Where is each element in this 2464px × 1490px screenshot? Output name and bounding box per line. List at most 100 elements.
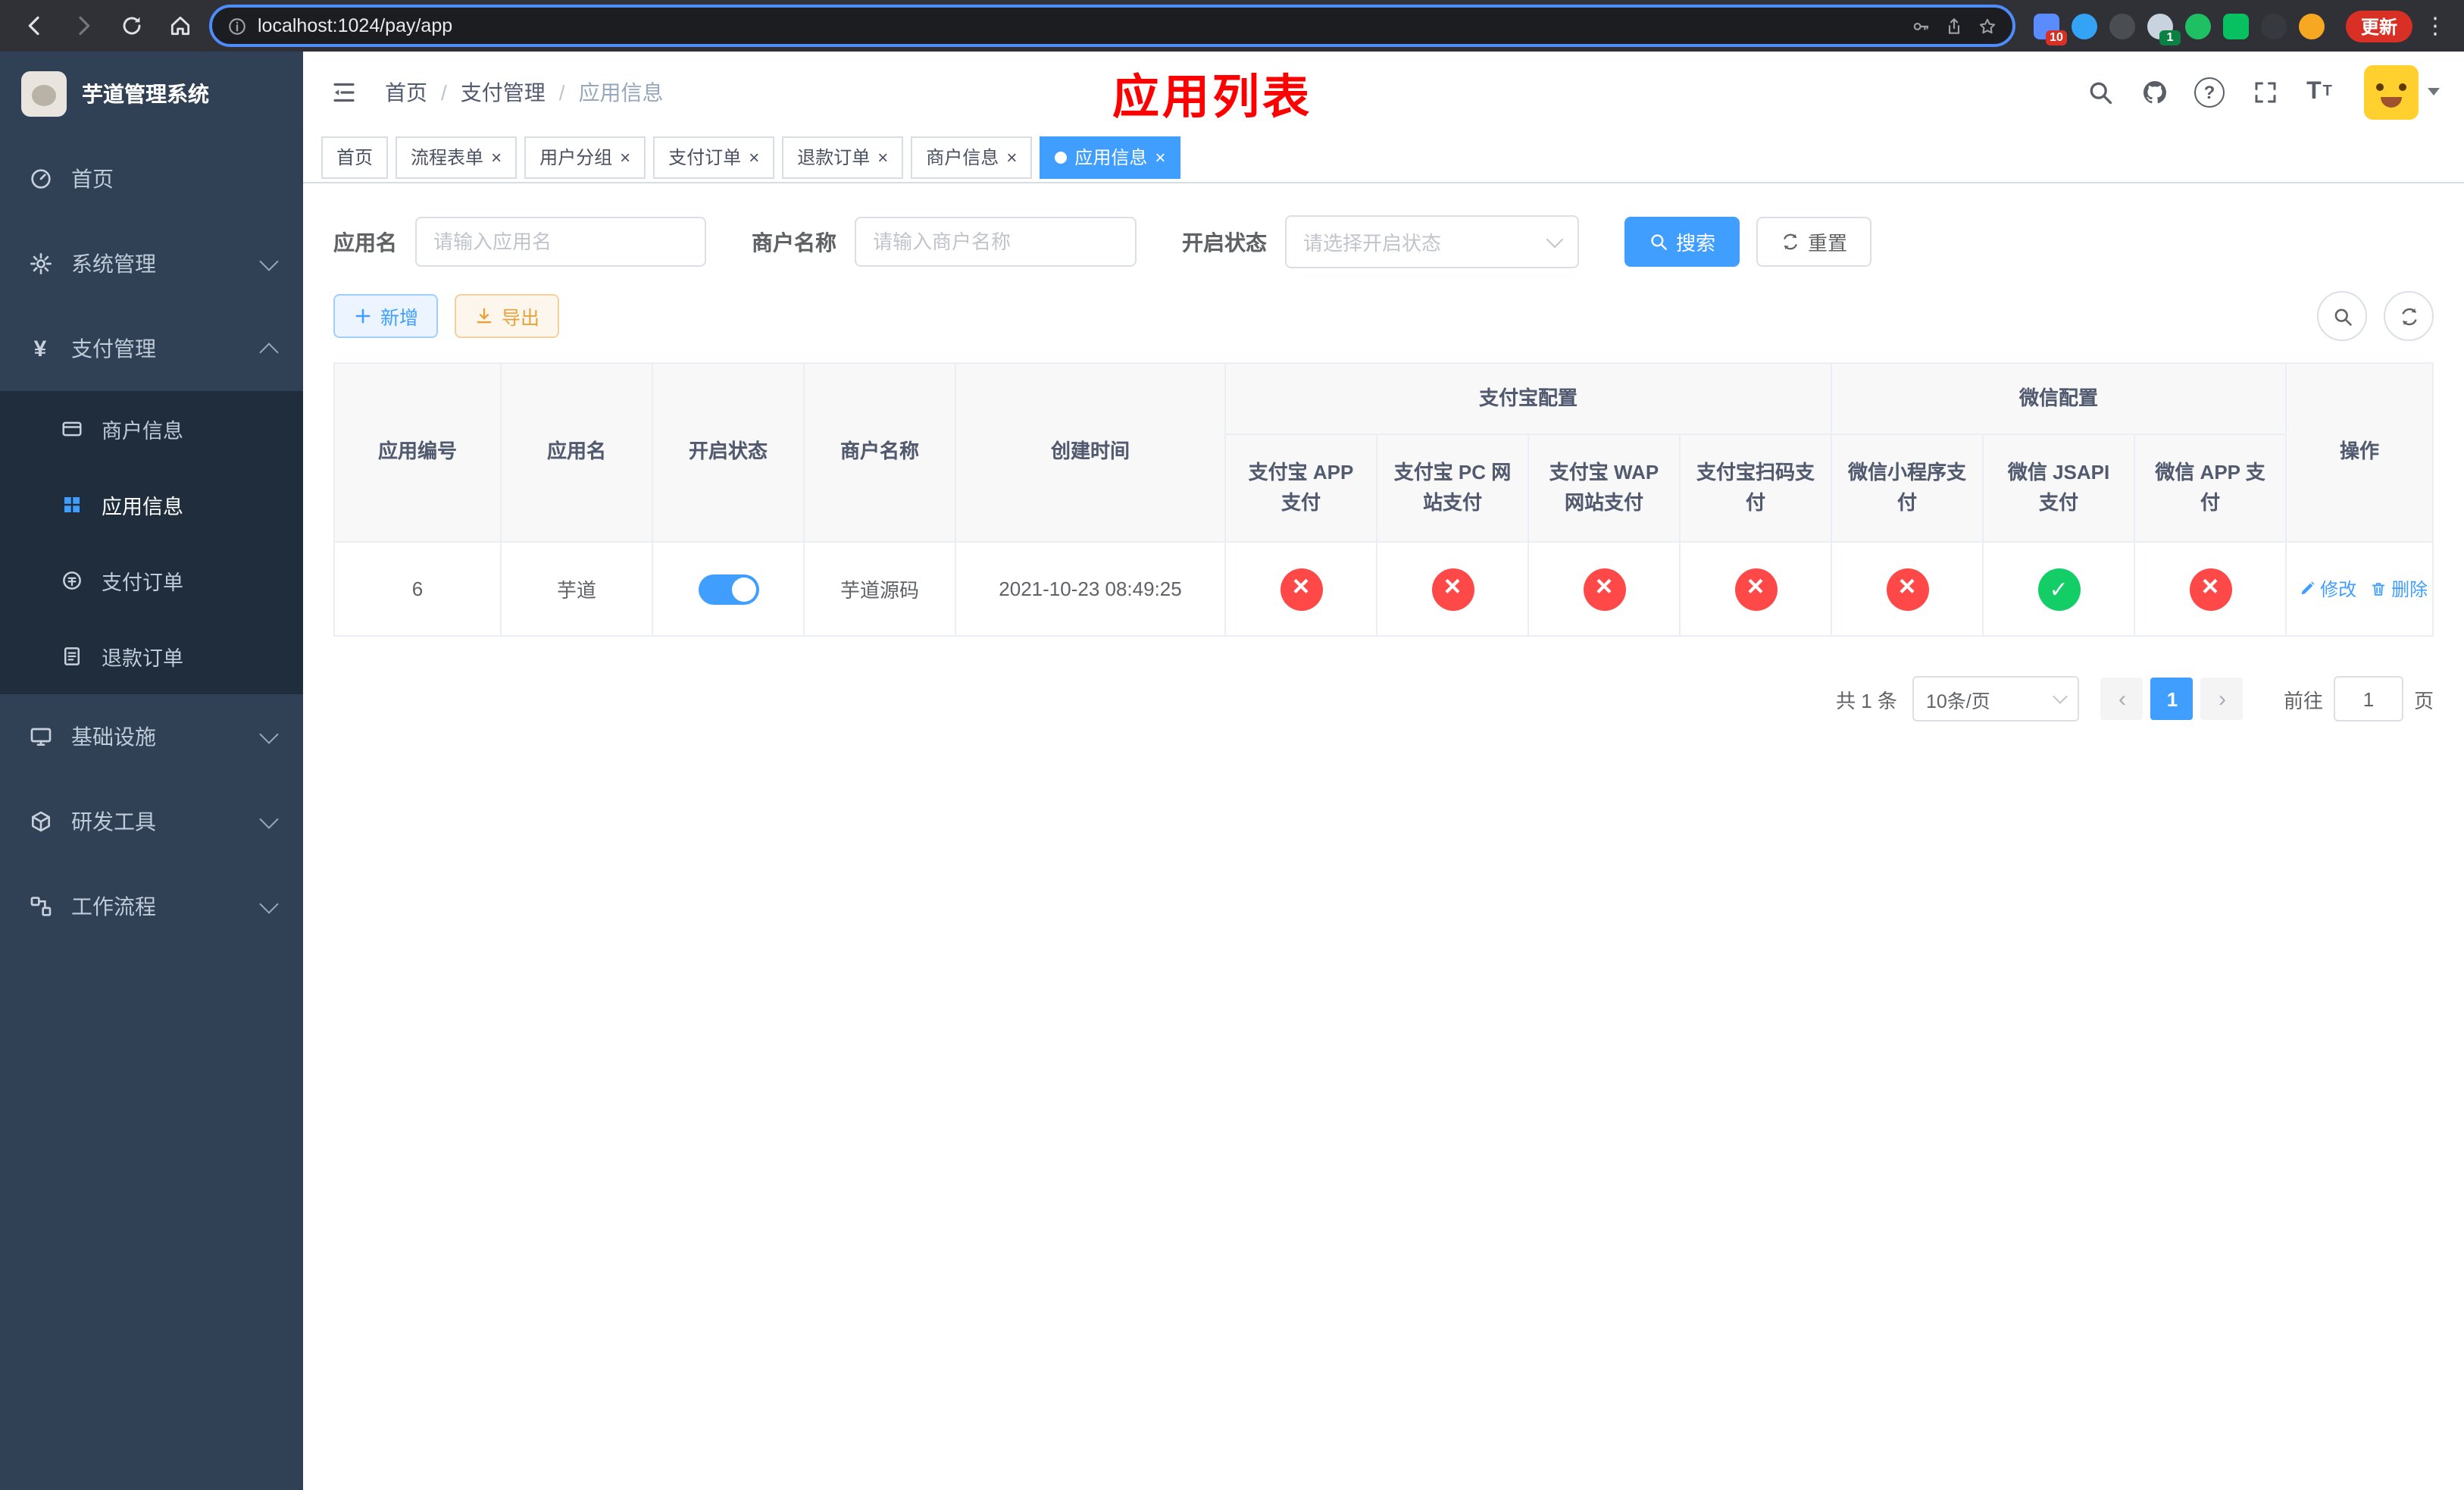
close-icon[interactable]: × — [1006, 148, 1017, 166]
status-cross-icon — [1280, 568, 1322, 610]
sidebar-item-pay-orders[interactable]: 支付订单 — [0, 543, 303, 618]
sidebar-item-payment[interactable]: ¥ 支付管理 — [0, 306, 303, 391]
sidebar-logo: 芋道管理系统 — [0, 52, 303, 136]
extension-drop-icon[interactable] — [2071, 13, 2097, 39]
page-unit-label: 页 — [2413, 689, 2434, 712]
tab-user-group[interactable]: 用户分组 × — [524, 136, 646, 178]
extension-wechat-devtools-icon[interactable] — [2222, 13, 2249, 39]
sidebar-item-merchant-info[interactable]: 商户信息 — [0, 391, 303, 467]
tab-home[interactable]: 首页 — [321, 136, 389, 178]
goto-page-input[interactable] — [2333, 676, 2403, 722]
header-search-icon[interactable] — [2085, 77, 2114, 106]
sidebar-item-label: 研发工具 — [71, 809, 156, 834]
sidebar-item-home[interactable]: 首页 — [0, 136, 303, 221]
status-cross-icon — [2189, 568, 2232, 610]
cell-actions: 修改 删除 — [2285, 541, 2434, 637]
next-page-button[interactable]: › — [2200, 678, 2244, 720]
sidebar-fold-icon[interactable] — [327, 75, 361, 108]
merchant-name-input[interactable] — [855, 217, 1137, 267]
col-group-alipay: 支付宝配置 — [1224, 362, 1833, 435]
sidebar-item-app-info[interactable]: 应用信息 — [0, 467, 303, 543]
password-key-icon[interactable] — [1911, 16, 1931, 36]
chevron-down-icon — [259, 809, 279, 828]
status-select[interactable]: 请选择开启状态 — [1285, 215, 1579, 268]
close-icon[interactable]: × — [749, 148, 759, 166]
extension-green-check-icon[interactable] — [2184, 13, 2211, 39]
browser-update-button[interactable]: 更新 — [2345, 10, 2412, 42]
sidebar-item-label: 商户信息 — [102, 420, 183, 443]
url-bar[interactable]: localhost:1024/pay/app — [209, 5, 2015, 47]
status-cross-icon — [1583, 568, 1625, 610]
sidebar-item-label: 支付管理 — [71, 337, 156, 361]
breadcrumb-home[interactable]: 首页 — [385, 77, 427, 107]
extension-dark-icon[interactable] — [2109, 13, 2135, 39]
close-icon[interactable]: × — [1155, 148, 1165, 166]
sidebar-item-dev-tools[interactable]: 研发工具 — [0, 779, 303, 864]
browser-window: localhost:1024/pay/app 10 1 更新 ⋮ 芋道管理系统 — [0, 0, 2464, 1490]
prev-page-button[interactable]: ‹ — [2100, 678, 2143, 720]
close-icon[interactable]: × — [877, 148, 888, 166]
search-button[interactable]: 搜索 — [1624, 217, 1740, 267]
extension-pinwheel-icon[interactable] — [2260, 13, 2287, 39]
fullscreen-icon[interactable] — [2250, 77, 2279, 106]
chevron-down-icon — [259, 724, 279, 743]
breadcrumb-separator: / — [558, 80, 565, 104]
extension-badge: 10 — [2045, 30, 2067, 45]
col-header-app-name: 应用名 — [500, 362, 653, 543]
help-icon[interactable]: ? — [2194, 77, 2225, 107]
home-button[interactable] — [161, 6, 200, 45]
site-info-icon[interactable] — [227, 16, 247, 36]
toggle-search-button[interactable] — [2317, 291, 2367, 341]
sidebar-item-label: 支付订单 — [102, 571, 183, 594]
tab-merchant-info[interactable]: 商户信息 × — [911, 136, 1033, 178]
tab-label: 应用信息 — [1074, 147, 1148, 168]
tab-process-form[interactable]: 流程表单 × — [396, 136, 518, 178]
sidebar-item-system[interactable]: 系统管理 — [0, 221, 303, 306]
status-toggle[interactable] — [698, 574, 758, 604]
export-button[interactable]: 导出 — [455, 294, 560, 338]
breadcrumb-payment[interactable]: 支付管理 — [461, 77, 546, 107]
font-size-icon[interactable]: TT — [2305, 77, 2334, 106]
extension-face-icon[interactable] — [2298, 13, 2325, 39]
status-cross-icon — [1431, 568, 1474, 610]
forward-button[interactable] — [64, 6, 103, 45]
trash-icon — [2370, 581, 2387, 597]
box-icon — [27, 809, 53, 834]
page-size-select[interactable]: 10条/页 — [1912, 676, 2079, 722]
close-icon[interactable]: × — [620, 148, 630, 166]
close-icon[interactable]: × — [491, 148, 502, 166]
sidebar-item-infrastructure[interactable]: 基础设施 — [0, 694, 303, 779]
sidebar-item-label: 退款订单 — [102, 647, 183, 670]
table-toolbar: 新增 导出 — [333, 291, 2434, 341]
back-button[interactable] — [15, 6, 55, 45]
tab-pay-orders[interactable]: 支付订单 × — [653, 136, 775, 178]
user-menu[interactable] — [2364, 64, 2440, 119]
col-header-created: 创建时间 — [955, 362, 1226, 543]
tab-app-info[interactable]: 应用信息 × — [1040, 136, 1181, 178]
url-text: localhost:1024/pay/app — [258, 15, 453, 36]
app-name-input[interactable] — [415, 217, 706, 267]
extension-badge: 1 — [2159, 30, 2181, 45]
tab-refund-orders[interactable]: 退款订单 × — [782, 136, 904, 178]
payment-submenu: 商户信息 应用信息 支付订单 退款订单 — [0, 391, 303, 694]
sidebar-item-workflow[interactable]: 工作流程 — [0, 864, 303, 949]
share-icon[interactable] — [1944, 16, 1964, 36]
reload-button[interactable] — [112, 6, 152, 45]
browser-menu-icon[interactable]: ⋮ — [2422, 12, 2449, 39]
add-button[interactable]: 新增 — [333, 294, 439, 338]
reset-button[interactable]: 重置 — [1756, 217, 1872, 267]
extension-grid-icon[interactable]: 10 — [2033, 13, 2067, 45]
page-number-current[interactable]: 1 — [2150, 678, 2194, 720]
extension-profile-icon[interactable]: 1 — [2147, 13, 2181, 45]
delete-button[interactable]: 删除 — [2370, 576, 2428, 602]
delete-label: 删除 — [2391, 579, 2428, 600]
refresh-table-button[interactable] — [2384, 291, 2434, 341]
pen-icon — [2299, 581, 2315, 597]
col-header-wechat-app: 微信 APP 支付 — [2134, 434, 2287, 543]
bookmark-star-icon[interactable] — [1978, 16, 1997, 36]
cell-wechat-app — [2134, 541, 2287, 637]
edit-button[interactable]: 修改 — [2299, 576, 2356, 602]
chevron-down-icon — [259, 894, 279, 913]
sidebar-item-refund-orders[interactable]: 退款订单 — [0, 618, 303, 694]
github-icon[interactable] — [2140, 77, 2169, 106]
